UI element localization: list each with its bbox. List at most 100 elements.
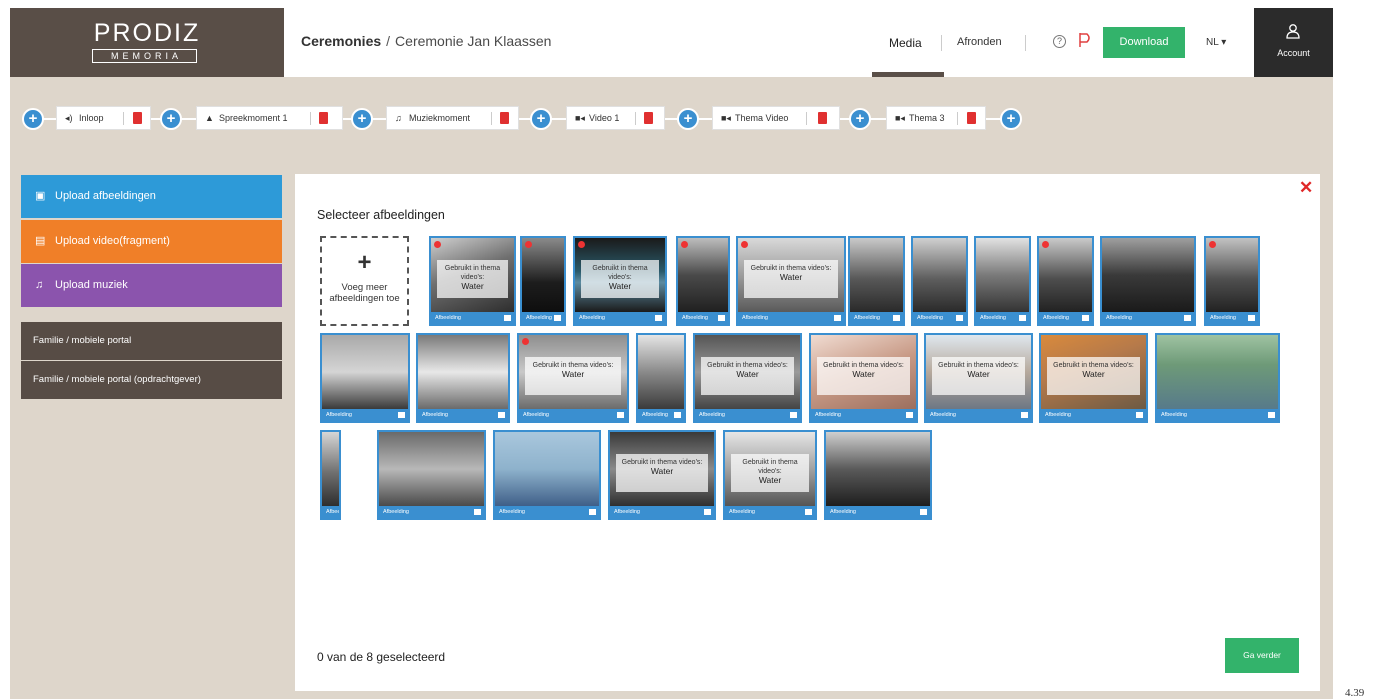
close-icon[interactable]: ✕ bbox=[1299, 178, 1313, 198]
image-thumbnail[interactable]: Afbeelding bbox=[1155, 333, 1280, 423]
add-step-button[interactable]: + bbox=[1000, 108, 1022, 130]
add-step-button[interactable]: + bbox=[530, 108, 552, 130]
timeline-step-inloop[interactable]: ◂) Inloop bbox=[56, 106, 151, 130]
image-thumbnail[interactable]: Afbeelding bbox=[824, 430, 932, 520]
image-thumbnail[interactable]: Gebruikt in thema video's: Water Afbeeldi… bbox=[573, 236, 667, 326]
trash-icon[interactable] bbox=[500, 112, 509, 124]
trash-icon[interactable] bbox=[967, 112, 976, 124]
image-thumbnail[interactable]: Gebruikt in thema video's: Water Afbeeldi… bbox=[736, 236, 846, 326]
divider bbox=[1025, 35, 1026, 51]
thumbnail-caption: Afbeelding bbox=[695, 409, 800, 421]
image-thumbnail[interactable]: Afbeelding bbox=[320, 430, 341, 520]
language-select[interactable]: NL ▾ bbox=[1206, 37, 1226, 48]
overlay-used-label: Gebruikt in thema video's: bbox=[1053, 362, 1134, 369]
timeline-step-thema-video[interactable]: ■◂ Thema Video bbox=[712, 106, 840, 130]
trash-icon[interactable] bbox=[319, 112, 328, 124]
timeline-step-video-1[interactable]: ■◂ Video 1 bbox=[566, 106, 665, 130]
timeline-step-thema-3[interactable]: ■◂ Thema 3 bbox=[886, 106, 986, 130]
status-dot bbox=[1209, 241, 1216, 248]
photo bbox=[638, 335, 684, 409]
family-portal-link[interactable]: Familie / mobiele portal bbox=[21, 322, 282, 360]
theme-overlay: Gebruikt in thema video's: Water bbox=[437, 260, 508, 298]
step-label: Muziekmoment bbox=[409, 113, 471, 123]
download-button[interactable]: Download bbox=[1103, 27, 1185, 58]
breadcrumb-root[interactable]: Ceremonies bbox=[301, 33, 381, 49]
image-thumbnail[interactable]: Afbeelding bbox=[493, 430, 601, 520]
theme-overlay: Gebruikt in thema video's: Water bbox=[744, 260, 838, 298]
thumbnail-caption: Afbeelding bbox=[431, 312, 514, 324]
video-icon: ■◂ bbox=[575, 113, 585, 123]
tab-afronden[interactable]: Afronden bbox=[957, 36, 1002, 48]
flag-icon[interactable] bbox=[1078, 32, 1092, 48]
image-thumbnail[interactable]: Afbeelding bbox=[416, 333, 510, 423]
tab-media[interactable]: Media bbox=[889, 36, 922, 50]
image-thumbnail[interactable]: Afbeelding bbox=[676, 236, 730, 326]
theme-overlay: Gebruikt in thema video's: Water bbox=[525, 357, 621, 395]
image-thumbnail[interactable]: Gebruikt in thema video's: Water Afbeeldi… bbox=[429, 236, 516, 326]
image-thumbnail[interactable]: Afbeelding bbox=[974, 236, 1031, 326]
photo bbox=[1102, 238, 1194, 312]
image-thumbnail[interactable]: Afbeelding bbox=[377, 430, 486, 520]
image-icon bbox=[893, 315, 900, 321]
thumbnail-caption: Afbeelding bbox=[926, 409, 1031, 421]
divider bbox=[941, 35, 942, 51]
thumbnail-caption: Afbeelding bbox=[610, 506, 714, 518]
logo[interactable]: PRODIZ MEMORIA bbox=[10, 8, 284, 77]
trash-icon[interactable] bbox=[133, 112, 142, 124]
thumbnail-caption: Afbeelding bbox=[322, 506, 339, 518]
trash-icon[interactable] bbox=[818, 112, 827, 124]
image-icon bbox=[655, 315, 662, 321]
divider bbox=[310, 112, 311, 125]
image-icon bbox=[498, 412, 505, 418]
image-thumbnail[interactable]: Afbeelding bbox=[320, 333, 410, 423]
upload-video-button[interactable]: ▤ Upload video(fragment) bbox=[21, 220, 282, 263]
plus-icon: + bbox=[357, 249, 372, 276]
image-icon bbox=[1184, 315, 1191, 321]
image-thumbnail[interactable]: Gebruikt in thema video's: Water Afbeeldi… bbox=[924, 333, 1033, 423]
image-thumbnail[interactable]: Gebruikt in thema video's: Water Afbeeldi… bbox=[693, 333, 802, 423]
step-label: Spreekmoment 1 bbox=[219, 113, 288, 123]
add-step-button[interactable]: + bbox=[22, 108, 44, 130]
overlay-theme: Water bbox=[736, 369, 759, 379]
image-thumbnail[interactable]: Gebruikt in thema video's: Water Afbeeldi… bbox=[608, 430, 716, 520]
speaker-icon: ◂) bbox=[65, 113, 73, 123]
image-selection-panel: ✕ Selecteer afbeeldingen + Voeg meer afb… bbox=[295, 174, 1320, 691]
theme-overlay: Gebruikt in thema video's: Water bbox=[581, 260, 659, 298]
image-thumbnail[interactable]: Afbeelding bbox=[911, 236, 968, 326]
account-label: Account bbox=[1277, 48, 1310, 58]
image-thumbnail[interactable]: Gebruikt in thema video's: Water Afbeeldi… bbox=[723, 430, 817, 520]
overlay-used-label: Gebruikt in thema video's: bbox=[750, 265, 832, 272]
thumbnail-caption: Afbeelding bbox=[738, 312, 844, 324]
image-thumbnail[interactable]: Afbeelding bbox=[1100, 236, 1196, 326]
trash-icon[interactable] bbox=[644, 112, 653, 124]
account-button[interactable]: Account bbox=[1254, 8, 1333, 77]
image-thumbnail[interactable]: Afbeelding bbox=[848, 236, 905, 326]
step-label: Thema 3 bbox=[909, 113, 945, 123]
image-thumbnail[interactable]: Afbeelding bbox=[636, 333, 686, 423]
timeline-step-spreekmoment[interactable]: ▲ Spreekmoment 1 bbox=[196, 106, 343, 130]
image-icon bbox=[805, 509, 812, 515]
timeline-step-muziekmoment[interactable]: ♫ Muziekmoment bbox=[386, 106, 519, 130]
theme-overlay: Gebruikt in thema video's: Water bbox=[731, 454, 809, 492]
add-more-images-button[interactable]: + Voeg meer afbeeldingen toe bbox=[320, 236, 409, 326]
upload-images-label: Upload afbeeldingen bbox=[55, 190, 156, 202]
theme-overlay: Gebruikt in thema video's: Water bbox=[1047, 357, 1140, 395]
image-thumbnail[interactable]: Gebruikt in thema video's: Water Afbeeldi… bbox=[809, 333, 918, 423]
image-thumbnail[interactable]: Gebruikt in thema video's: Water Afbeeldi… bbox=[517, 333, 629, 423]
continue-button[interactable]: Ga verder bbox=[1225, 638, 1299, 673]
image-thumbnail[interactable]: Afbeelding bbox=[1204, 236, 1260, 326]
upload-images-button[interactable]: ▣ Upload afbeeldingen bbox=[21, 175, 282, 218]
add-step-button[interactable]: + bbox=[351, 108, 373, 130]
image-thumbnail[interactable]: Gebruikt in thema video's: Water Afbeeldi… bbox=[1039, 333, 1148, 423]
divider bbox=[123, 112, 124, 125]
upload-music-button[interactable]: ♫ Upload muziek bbox=[21, 264, 282, 307]
image-icon bbox=[1136, 412, 1143, 418]
image-thumbnail[interactable]: Afbeelding bbox=[1037, 236, 1094, 326]
add-step-button[interactable]: + bbox=[677, 108, 699, 130]
add-step-button[interactable]: + bbox=[849, 108, 871, 130]
image-thumbnail[interactable]: Afbeelding bbox=[520, 236, 566, 326]
overlay-used-label: Gebruikt in thema video's: bbox=[938, 362, 1019, 369]
add-step-button[interactable]: + bbox=[160, 108, 182, 130]
help-icon[interactable]: ? bbox=[1053, 35, 1066, 48]
family-portal-owner-link[interactable]: Familie / mobiele portal (opdrachtgever) bbox=[21, 361, 282, 399]
